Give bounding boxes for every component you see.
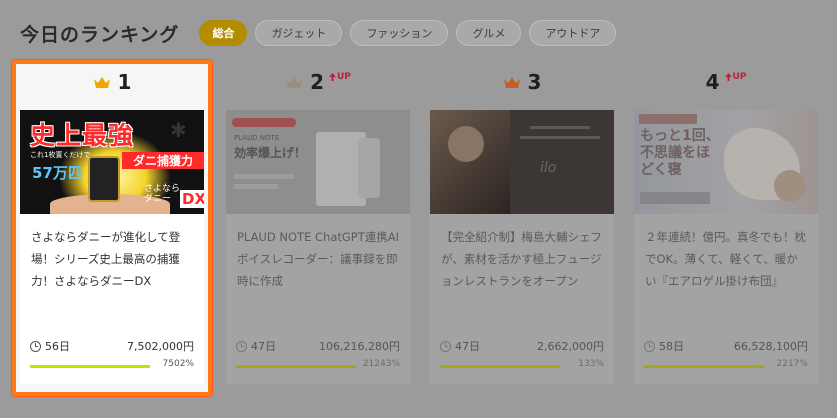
thumbnail-bar bbox=[234, 184, 278, 189]
clock-icon bbox=[236, 340, 247, 352]
ranking-card-2[interactable]: 2 UP PLAUD NOTE 効率爆上げ！ PLAUD NOTE ChatGP… bbox=[218, 60, 418, 396]
rank-up-badge: UP bbox=[724, 72, 747, 82]
arrow-up-icon bbox=[724, 73, 732, 81]
thumbnail-brand: さよなら ダニー bbox=[144, 184, 180, 204]
thumbnail-face bbox=[448, 126, 484, 162]
thumbnail-signature: ilo bbox=[540, 160, 557, 176]
rank-header: 1 bbox=[16, 70, 208, 94]
thumbnail-chip bbox=[232, 118, 296, 127]
progress-bar bbox=[644, 365, 764, 368]
thumbnail-banner: ダニ捕獲力 bbox=[122, 152, 204, 169]
ranking-cards: 1 史上最強 ✱ これ1枚置くだけで 57万匹 ダニ捕獲力 さよなら ダニー D… bbox=[11, 59, 822, 397]
progress-fill bbox=[644, 365, 764, 368]
tab-gadget[interactable]: ガジェット bbox=[255, 20, 343, 46]
tab-fashion[interactable]: ファッション bbox=[350, 20, 449, 46]
thumbnail-headline: 史上最強 bbox=[30, 121, 135, 150]
rank-number: 4 bbox=[705, 70, 720, 94]
project-meta: 47日 106,216,280円 bbox=[236, 338, 400, 354]
clock-icon bbox=[440, 340, 451, 352]
rank-header: 2 UP bbox=[218, 70, 418, 94]
progress-percent: 2217% bbox=[776, 359, 808, 369]
clock-icon bbox=[644, 340, 655, 352]
rank-up-badge: UP bbox=[329, 72, 351, 82]
thumbnail-text-bar bbox=[530, 126, 590, 129]
thumbnail-subtext: これ1枚置くだけで bbox=[30, 151, 91, 159]
project-title[interactable]: さよならダニーが進化して登場！シリーズ史上最高の捕獲力！さよならダニーDX bbox=[31, 226, 194, 292]
funded-amount: 7,502,000円 bbox=[127, 340, 194, 353]
days-remaining: 58日 bbox=[644, 338, 684, 354]
progress-percent: 7502% bbox=[162, 359, 194, 369]
funded-amount: 66,528,100円 bbox=[734, 340, 808, 353]
page-title: 今日のランキング bbox=[20, 23, 180, 46]
thumbnail-count: 57万匹 bbox=[32, 164, 83, 182]
product-thumbnail[interactable]: ilo bbox=[430, 110, 614, 214]
project-meta: 56日 7,502,000円 bbox=[30, 338, 194, 354]
page-header: 今日のランキング 総合 ガジェット ファッション グルメ アウトドア bbox=[20, 18, 617, 48]
arrow-up-icon bbox=[329, 73, 336, 81]
thumbnail-badge bbox=[639, 114, 697, 124]
thumbnail-device bbox=[88, 156, 120, 202]
days-remaining: 47日 bbox=[440, 338, 480, 354]
card-panel: 史上最強 ✱ これ1枚置くだけで 57万匹 ダニ捕獲力 さよなら ダニー DX … bbox=[20, 110, 204, 384]
tab-overall[interactable]: 総合 bbox=[199, 20, 248, 46]
ranking-card-1[interactable]: 1 史上最強 ✱ これ1枚置くだけで 57万匹 ダニ捕獲力 さよなら ダニー D… bbox=[11, 59, 213, 397]
days-label: 47日 bbox=[251, 340, 276, 353]
crown-silver-icon bbox=[286, 76, 303, 88]
ranking-card-3[interactable]: 3 ilo 【完全紹介制】梅島大輔シェフが、素材を活かす極上フュージョンレストラ… bbox=[422, 60, 622, 396]
brand-line-2: ダニー bbox=[144, 194, 172, 204]
rank-header: 4 UP bbox=[626, 70, 826, 94]
thumbnail-line-1: PLAUD NOTE bbox=[234, 134, 280, 142]
thumbnail-headline: もっと1回、不思議をほどく寝 bbox=[640, 128, 720, 178]
card-panel: PLAUD NOTE 効率爆上げ！ PLAUD NOTE ChatGPT連携AI… bbox=[226, 110, 410, 384]
days-remaining: 47日 bbox=[236, 338, 276, 354]
ranking-card-4[interactable]: 4 UP もっと1回、不思議をほどく寝 ２年連続！億円。真冬でも！枕でOK。薄く… bbox=[626, 60, 826, 396]
crown-gold-icon bbox=[93, 76, 110, 88]
tab-gourmet[interactable]: グルメ bbox=[456, 20, 522, 46]
project-meta: 58日 66,528,100円 bbox=[644, 338, 808, 354]
crown-bronze-icon bbox=[503, 76, 520, 88]
days-label: 56日 bbox=[45, 340, 70, 353]
up-label: UP bbox=[732, 72, 747, 82]
days-remaining: 56日 bbox=[30, 338, 70, 354]
rank-number: 3 bbox=[527, 70, 542, 94]
project-title[interactable]: PLAUD NOTE ChatGPT連携AIボイスレコーダー：議事録を即時に作成 bbox=[237, 226, 400, 292]
progress-percent: 21243% bbox=[362, 359, 400, 369]
product-thumbnail[interactable]: 史上最強 ✱ これ1枚置くだけで 57万匹 ダニ捕獲力 さよなら ダニー DX bbox=[20, 110, 204, 214]
rank-number: 1 bbox=[117, 70, 132, 94]
bug-icon: ✱ bbox=[170, 118, 187, 142]
brand-line-1: さよなら bbox=[144, 184, 181, 194]
thumbnail-bar bbox=[640, 192, 710, 204]
progress-bar bbox=[236, 365, 356, 368]
thumbnail-bar bbox=[234, 174, 294, 179]
card-panel: ilo 【完全紹介制】梅島大輔シェフが、素材を活かす極上フュージョンレストランを… bbox=[430, 110, 614, 384]
days-label: 58日 bbox=[659, 340, 684, 353]
up-label: UP bbox=[337, 72, 351, 82]
thumbnail-device bbox=[358, 138, 380, 198]
rank-number: 2 bbox=[310, 70, 324, 94]
progress-fill bbox=[236, 365, 356, 368]
progress-fill bbox=[30, 365, 150, 368]
product-thumbnail[interactable]: PLAUD NOTE 効率爆上げ！ bbox=[226, 110, 410, 214]
thumbnail-dx-tag: DX bbox=[180, 190, 204, 208]
project-meta: 47日 2,662,000円 bbox=[440, 338, 604, 354]
product-thumbnail[interactable]: もっと1回、不思議をほどく寝 bbox=[634, 110, 818, 214]
rank-header: 3 bbox=[422, 70, 622, 94]
card-panel: もっと1回、不思議をほどく寝 ２年連続！億円。真冬でも！枕でOK。薄くて、軽くて… bbox=[634, 110, 818, 384]
days-label: 47日 bbox=[455, 340, 480, 353]
funded-amount: 2,662,000円 bbox=[537, 340, 604, 353]
progress-bar bbox=[30, 365, 150, 368]
thumbnail-text-bar bbox=[520, 136, 600, 139]
clock-icon bbox=[30, 340, 41, 352]
project-title[interactable]: ２年連続！億円。真冬でも！枕でOK。薄くて、軽くて、暖かい『エアロゲル掛け布団』 bbox=[645, 226, 808, 292]
thumbnail-bubble bbox=[774, 170, 806, 202]
progress-bar bbox=[440, 365, 560, 368]
funded-amount: 106,216,280円 bbox=[319, 340, 400, 353]
tab-outdoor[interactable]: アウトドア bbox=[529, 20, 617, 46]
progress-percent: 133% bbox=[578, 359, 604, 369]
thumbnail-line-2: 効率爆上げ！ bbox=[234, 146, 307, 160]
category-tabs: 総合 ガジェット ファッション グルメ アウトドア bbox=[199, 20, 617, 46]
progress-fill bbox=[440, 365, 560, 368]
project-title[interactable]: 【完全紹介制】梅島大輔シェフが、素材を活かす極上フュージョンレストランをオープン bbox=[441, 226, 604, 292]
